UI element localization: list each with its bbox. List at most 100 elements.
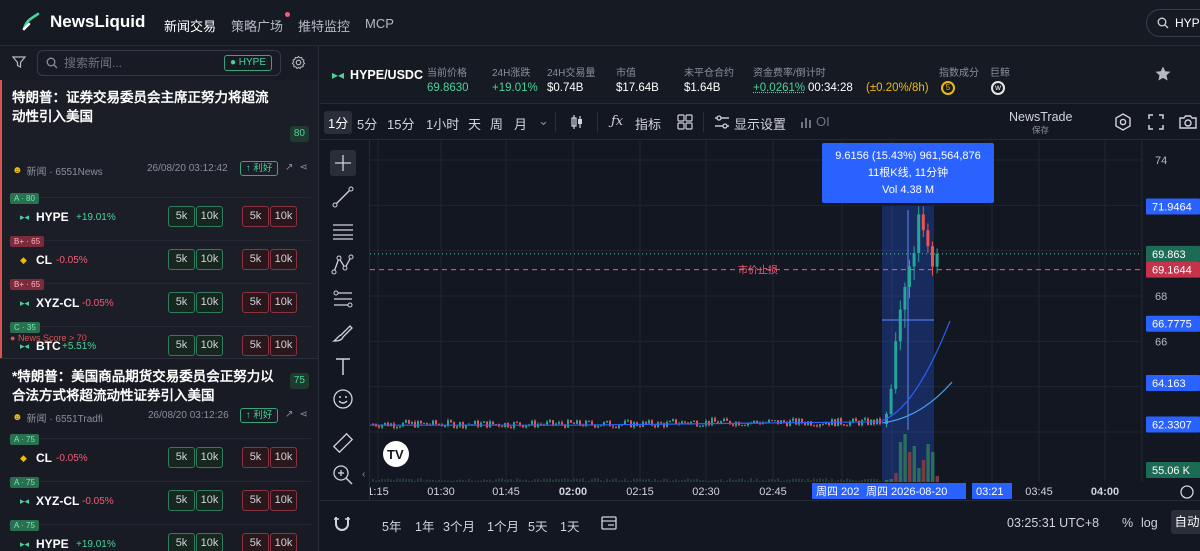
filter-icon[interactable]: [12, 55, 26, 69]
sell-10k-button[interactable]: 10k: [270, 206, 297, 227]
sell-10k-button[interactable]: 10k: [270, 533, 297, 551]
timeframe-week[interactable]: 周: [490, 114, 503, 133]
news-title[interactable]: *特朗普：美国商品期货交易委员会正努力以合法方式将超流动性证券引入美国: [12, 367, 274, 405]
external-link-icon[interactable]: ↗: [285, 162, 293, 173]
sell-10k-button[interactable]: 10k: [270, 335, 297, 356]
buy-10k-button[interactable]: 10k: [196, 533, 223, 551]
timeframe-1h[interactable]: 1小时: [426, 114, 459, 133]
emoji-icon[interactable]: [330, 386, 356, 412]
trend-line-icon[interactable]: [330, 184, 356, 210]
zoom-in-icon[interactable]: [330, 462, 356, 488]
buy-10k-button[interactable]: 10k: [196, 490, 223, 511]
brush-icon[interactable]: [330, 320, 356, 346]
oi-chart-icon[interactable]: [799, 113, 813, 131]
chevron-down-icon[interactable]: ⌄: [538, 113, 549, 129]
crosshair-icon[interactable]: [330, 150, 356, 176]
nav-news-trade[interactable]: 新闻交易: [164, 16, 216, 35]
calendar-goto-icon[interactable]: [600, 514, 618, 532]
timeframe-day[interactable]: 天: [468, 114, 481, 133]
oi-button[interactable]: OI: [816, 114, 830, 129]
buy-10k-button[interactable]: 10k: [196, 335, 223, 356]
auto-scale-toggle[interactable]: 自动: [1171, 510, 1200, 534]
external-link-icon[interactable]: ↗: [285, 409, 293, 420]
buy-10k-button[interactable]: 10k: [196, 292, 223, 313]
pair-selector[interactable]: ▸◂ HYPE/USDC: [332, 68, 423, 82]
nav-mcp[interactable]: MCP: [365, 16, 394, 31]
sell-5k-button[interactable]: 5k: [242, 533, 269, 551]
hype-filter-chip[interactable]: ● HYPE: [223, 55, 272, 71]
candle-type-icon[interactable]: [568, 113, 586, 131]
buy-10k-button[interactable]: 10k: [196, 206, 223, 227]
range-5y[interactable]: 5年: [382, 516, 401, 535]
magnet-icon[interactable]: [332, 513, 352, 533]
share-icon[interactable]: ⋖: [299, 409, 307, 420]
sell-5k-button[interactable]: 5k: [242, 249, 269, 270]
sell-5k-button[interactable]: 5k: [242, 447, 269, 468]
buy-5k-button[interactable]: 5k: [168, 490, 195, 511]
display-settings-icon[interactable]: [713, 113, 731, 131]
news-item[interactable]: *特朗普：美国商品期货交易委员会正努力以合法方式将超流动性证券引入美国 75 ☻…: [0, 358, 318, 551]
display-settings-button[interactable]: 显示设置: [734, 114, 786, 133]
news-item[interactable]: 特朗普：证券交易委员会主席正努力将超流动性引入美国 80 ☻ 新闻 · 6551…: [0, 80, 318, 358]
percent-scale-toggle[interactable]: %: [1122, 516, 1133, 530]
current-time[interactable]: 03:25:31 UTC+8: [1007, 516, 1099, 530]
fullscreen-icon[interactable]: [1147, 113, 1165, 131]
buy-10k-button[interactable]: 10k: [196, 447, 223, 468]
layout-save-label[interactable]: 保存: [1032, 124, 1049, 136]
sell-5k-button[interactable]: 5k: [242, 490, 269, 511]
nav-strategy-square[interactable]: 策略广场: [231, 16, 283, 35]
timeframe-5m[interactable]: 5分: [357, 114, 377, 133]
buy-5k-button[interactable]: 5k: [168, 206, 195, 227]
price-chart[interactable]: 市价止损 9.6156 (15.43%) 961,564,876 11根K线, 11…: [370, 140, 1200, 500]
sell-5k-button[interactable]: 5k: [242, 335, 269, 356]
text-tool-icon[interactable]: [330, 354, 356, 380]
layout-name[interactable]: NewsTrade: [1009, 110, 1072, 124]
range-1y[interactable]: 1年: [415, 516, 434, 535]
timeframe-1m[interactable]: 1分: [324, 111, 353, 134]
timeframe-15m[interactable]: 15分: [387, 114, 414, 133]
funding-rate[interactable]: +0.0261%: [753, 82, 805, 94]
timeframe-month[interactable]: 月: [514, 114, 527, 133]
brand-logo[interactable]: NewsLiquid: [20, 11, 145, 33]
news-search-box[interactable]: ● HYPE: [37, 50, 281, 76]
log-scale-toggle[interactable]: log: [1141, 516, 1158, 530]
pattern-icon[interactable]: [330, 252, 356, 278]
chart-canvas[interactable]: 市价止损 9.6156 (15.43%) 961,564,876 11根K线, 11…: [370, 140, 1200, 500]
collapse-arrow-icon[interactable]: ‹: [362, 469, 365, 480]
buy-5k-button[interactable]: 5k: [168, 249, 195, 270]
buy-10k-button[interactable]: 10k: [196, 249, 223, 270]
range-1m[interactable]: 1个月: [487, 516, 519, 535]
volume-bar: [840, 479, 842, 482]
settings-hex-icon[interactable]: [1113, 112, 1133, 132]
sell-10k-button[interactable]: 10k: [270, 490, 297, 511]
sell-10k-button[interactable]: 10k: [270, 249, 297, 270]
buy-5k-button[interactable]: 5k: [168, 533, 195, 551]
camera-icon[interactable]: [1178, 113, 1198, 131]
fib-retracement-icon[interactable]: [330, 286, 356, 312]
sell-10k-button[interactable]: 10k: [270, 447, 297, 468]
nav-twitter-monitor[interactable]: 推特监控: [298, 16, 350, 35]
layout-grid-icon[interactable]: [676, 113, 694, 131]
global-search-input[interactable]: HYPE: [1146, 9, 1200, 37]
index-components-badge[interactable]: 5: [941, 81, 955, 95]
volume-bar: [417, 478, 419, 482]
indicators-button[interactable]: 指标: [635, 114, 661, 133]
news-search-input[interactable]: [64, 56, 214, 70]
horizontal-lines-icon[interactable]: [330, 218, 356, 244]
sell-10k-button[interactable]: 10k: [270, 292, 297, 313]
whale-icon[interactable]: w: [991, 81, 1005, 95]
share-icon[interactable]: ⋖: [299, 162, 307, 173]
sell-5k-button[interactable]: 5k: [242, 292, 269, 313]
range-5d[interactable]: 5天: [528, 516, 547, 535]
range-3m[interactable]: 3个月: [443, 516, 475, 535]
buy-5k-button[interactable]: 5k: [168, 292, 195, 313]
buy-5k-button[interactable]: 5k: [168, 335, 195, 356]
news-title[interactable]: 特朗普：证券交易委员会主席正努力将超流动性引入美国: [12, 88, 274, 126]
range-1d[interactable]: 1天: [560, 516, 579, 535]
buy-5k-button[interactable]: 5k: [168, 447, 195, 468]
favorite-star-icon[interactable]: [1154, 65, 1172, 83]
ruler-icon[interactable]: [330, 430, 356, 456]
sell-5k-button[interactable]: 5k: [242, 206, 269, 227]
gear-icon[interactable]: [291, 55, 306, 70]
indicators-icon[interactable]: ƒx: [611, 114, 623, 129]
